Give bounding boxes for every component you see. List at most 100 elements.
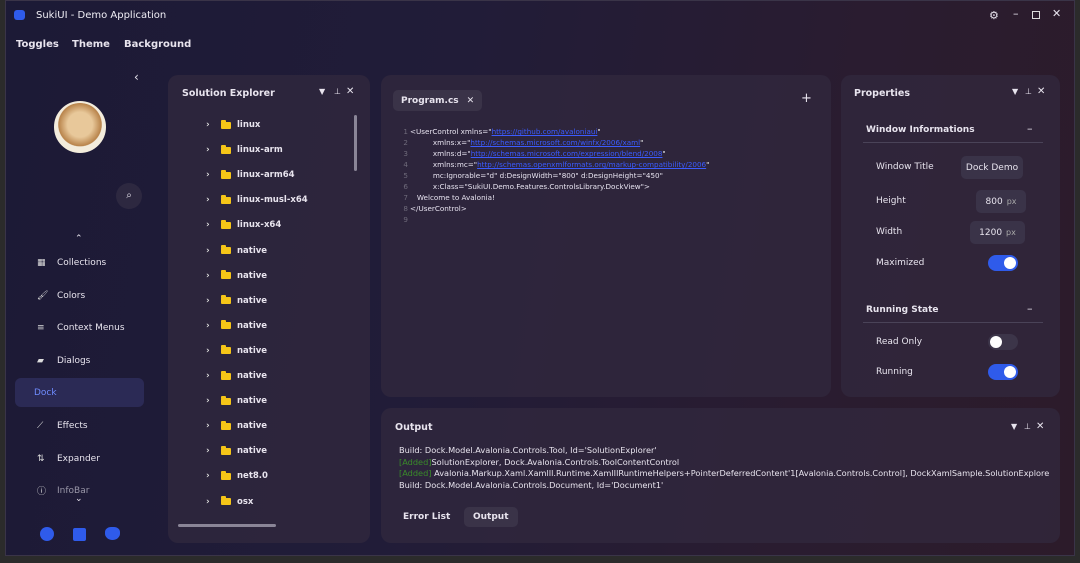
dropdown-icon[interactable]: ▼ — [1012, 87, 1018, 96]
close-icon[interactable]: ✕ — [1036, 421, 1044, 432]
log-text: Build: Dock.Model.Avalonia.Controls.Tool… — [399, 445, 657, 455]
tree-item[interactable]: › native — [206, 443, 267, 459]
menu-toggles[interactable]: Toggles — [16, 39, 59, 50]
tree-item[interactable]: › native — [206, 418, 267, 434]
tab-program-cs[interactable]: Program.cs ✕ — [393, 90, 483, 111]
add-document-button[interactable]: + — [801, 91, 812, 106]
log-tag: [Added] — [399, 468, 432, 478]
tree-item[interactable]: › native — [206, 318, 267, 334]
pin-icon[interactable]: ⊥ — [1024, 422, 1031, 431]
maximized-toggle[interactable] — [988, 255, 1018, 271]
read-only-toggle[interactable] — [988, 334, 1018, 350]
chevron-right-icon[interactable]: › — [206, 497, 218, 507]
settings-icon[interactable]: ⚙ — [989, 9, 999, 22]
log-text: SolutionExplorer, Dock.Avalonia.Controls… — [431, 456, 680, 467]
sidebar-item-collections[interactable]: ▦ Collections — [15, 248, 144, 277]
github-icon[interactable] — [40, 527, 54, 541]
maximize-button[interactable] — [1032, 11, 1040, 19]
running-toggle[interactable] — [988, 364, 1018, 380]
close-tab-icon[interactable]: ✕ — [467, 96, 475, 106]
chevron-right-icon[interactable]: › — [206, 446, 218, 456]
tree-item[interactable]: › net8.0 — [206, 468, 268, 484]
tree-item-label: linux — [237, 120, 261, 130]
code-url[interactable]: http://schemas.openxmlformats.org/markup… — [477, 160, 706, 169]
sidebar-item-colors[interactable]: 🖌 Colors — [15, 281, 144, 310]
line-number: 4 — [403, 160, 408, 169]
close-button[interactable]: ✕ — [1052, 7, 1061, 20]
section-header-running-state[interactable]: Running State — [866, 305, 938, 315]
code-url[interactable]: http://schemas.microsoft.com/expression/… — [471, 149, 663, 158]
tab-label: Program.cs — [401, 95, 459, 106]
chevron-right-icon[interactable]: › — [206, 321, 218, 331]
tree-item-label: native — [237, 371, 268, 381]
tree-item[interactable]: › native — [206, 393, 267, 409]
output-line: [Added]SolutionExplorer, Dock.Avalonia.C… — [399, 457, 679, 467]
sidebar-item-label: Effects — [57, 420, 88, 431]
horizontal-scrollbar[interactable] — [178, 524, 276, 527]
avatar — [54, 101, 106, 153]
chevron-right-icon[interactable]: › — [206, 120, 218, 130]
chevron-right-icon[interactable]: › — [206, 471, 218, 481]
tree-item[interactable]: › linux-arm64 — [206, 167, 295, 183]
tree-item[interactable]: › native — [206, 368, 267, 384]
window-title-input[interactable]: Dock Demo — [961, 156, 1023, 179]
chevron-right-icon[interactable]: › — [206, 296, 218, 306]
tree-item[interactable]: › osx — [206, 494, 253, 510]
sidebar-item-label: Dialogs — [57, 355, 91, 366]
scroll-up-icon[interactable]: ⌃ — [75, 234, 83, 244]
line-number: 3 — [403, 149, 408, 158]
chevron-right-icon[interactable]: › — [206, 246, 218, 256]
sidebar-item-context-menus[interactable]: ≡ Context Menus — [15, 313, 144, 342]
tab-error-list[interactable]: Error List — [395, 507, 458, 527]
code-url[interactable]: http://schemas.microsoft.com/winfx/2006/… — [470, 138, 640, 147]
close-icon[interactable]: ✕ — [346, 86, 354, 97]
expander-icon: ⇅ — [37, 453, 45, 464]
chevron-right-icon[interactable]: › — [206, 371, 218, 381]
dialog-icon: ▰ — [37, 355, 44, 366]
tree-item[interactable]: › linux-arm — [206, 142, 283, 158]
menu-background[interactable]: Background — [124, 39, 191, 50]
tree-item[interactable]: › linux-musl-x64 — [206, 192, 308, 208]
pin-icon[interactable]: ⊥ — [1025, 87, 1032, 96]
search-button[interactable]: ⌕ — [116, 183, 142, 209]
tree-item[interactable]: › native — [206, 343, 267, 359]
pin-icon[interactable]: ⊥ — [334, 87, 341, 96]
code-url[interactable]: https://github.com/avaloniaui — [492, 127, 598, 136]
collapse-sidebar-icon[interactable]: ‹ — [134, 70, 139, 84]
close-icon[interactable]: ✕ — [1037, 86, 1045, 97]
tree-item[interactable]: › native — [206, 243, 267, 259]
tree-item[interactable]: › linux-x64 — [206, 217, 281, 233]
tree-item[interactable]: › linux — [206, 117, 260, 133]
height-input[interactable]: 800 px — [976, 190, 1026, 213]
tab-output[interactable]: Output — [464, 507, 518, 527]
scroll-down-icon[interactable]: ⌄ — [75, 494, 83, 504]
tree-item[interactable]: › native — [206, 268, 267, 284]
output-line: Build: Dock.Model.Avalonia.Controls.Tool… — [399, 445, 657, 455]
vertical-scrollbar[interactable] — [354, 115, 357, 171]
collapse-section-icon[interactable]: – — [1027, 302, 1033, 315]
sidebar-item-dialogs[interactable]: ▰ Dialogs — [15, 346, 144, 375]
tree-item[interactable]: › native — [206, 293, 267, 309]
window-icon[interactable] — [73, 528, 86, 541]
minimize-button[interactable]: – — [1013, 7, 1019, 20]
chevron-right-icon[interactable]: › — [206, 170, 218, 180]
chevron-right-icon[interactable]: › — [206, 145, 218, 155]
cat-icon[interactable] — [105, 527, 120, 540]
chevron-right-icon[interactable]: › — [206, 220, 218, 230]
menu-theme[interactable]: Theme — [72, 39, 110, 50]
dropdown-icon[interactable]: ▼ — [319, 87, 325, 96]
chevron-right-icon[interactable]: › — [206, 396, 218, 406]
dropdown-icon[interactable]: ▼ — [1011, 422, 1017, 431]
line-number: 1 — [403, 127, 408, 136]
chevron-right-icon[interactable]: › — [206, 421, 218, 431]
chevron-right-icon[interactable]: › — [206, 195, 218, 205]
section-header-window-informations[interactable]: Window Informations — [866, 125, 975, 135]
sidebar-item-effects[interactable]: ⟋ Effects — [15, 411, 144, 440]
chevron-right-icon[interactable]: › — [206, 271, 218, 281]
sidebar-item-dock[interactable]: Dock — [15, 378, 144, 407]
width-input[interactable]: 1200 px — [970, 221, 1025, 244]
folder-icon — [221, 420, 231, 430]
chevron-right-icon[interactable]: › — [206, 346, 218, 356]
collapse-section-icon[interactable]: – — [1027, 122, 1033, 135]
sidebar-item-expander[interactable]: ⇅ Expander — [15, 444, 144, 473]
